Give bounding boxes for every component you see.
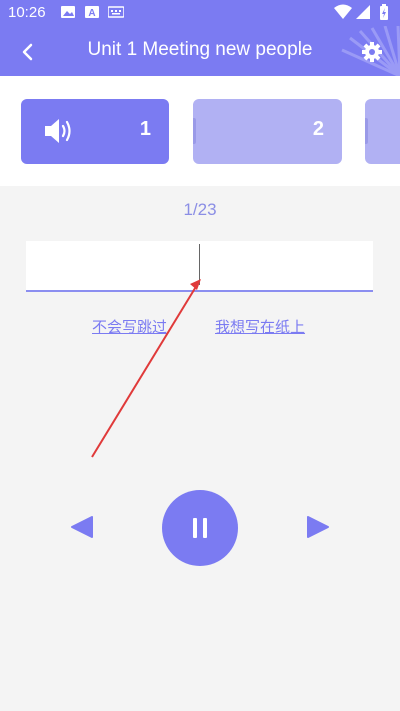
question-counter: 1/23 [183,200,217,219]
battery-icon [380,4,388,20]
signal-icon [356,5,370,19]
card-notch [365,118,368,144]
skip-link[interactable]: 不会写跳过 [92,316,167,337]
triangle-left-icon [71,516,93,538]
write-on-paper-link[interactable]: 我想写在纸上 [215,316,305,337]
gear-icon [362,42,382,62]
page-title: Unit 1 Meeting new people [87,39,313,60]
text-cursor [199,244,200,285]
header: Unit 1 Meeting new people [0,26,400,76]
chunk-number: 1 [139,118,151,140]
chunk-number: 2 [312,118,324,140]
previous-button[interactable] [70,515,94,543]
chunk-selector: 1 2 [0,76,400,186]
status-time: 10:26 [8,4,46,21]
pause-button[interactable] [162,490,238,566]
font-icon: A [85,6,99,18]
keyboard-icon [108,6,124,18]
svg-text:A: A [88,8,95,18]
chunk-card-2[interactable]: 2 [193,99,342,164]
image-icon [61,6,75,18]
chunk-card-3[interactable] [365,99,400,164]
answer-input[interactable] [26,241,373,292]
status-bar: 10:26 A [0,0,400,26]
status-indicators [334,4,388,20]
card-notch [193,118,196,144]
wifi-icon [334,4,352,19]
triangle-right-icon [307,516,329,538]
speaker-icon [45,119,71,143]
chunk-card-1[interactable]: 1 [21,99,169,164]
next-button[interactable] [306,515,330,543]
settings-button[interactable] [358,38,386,66]
